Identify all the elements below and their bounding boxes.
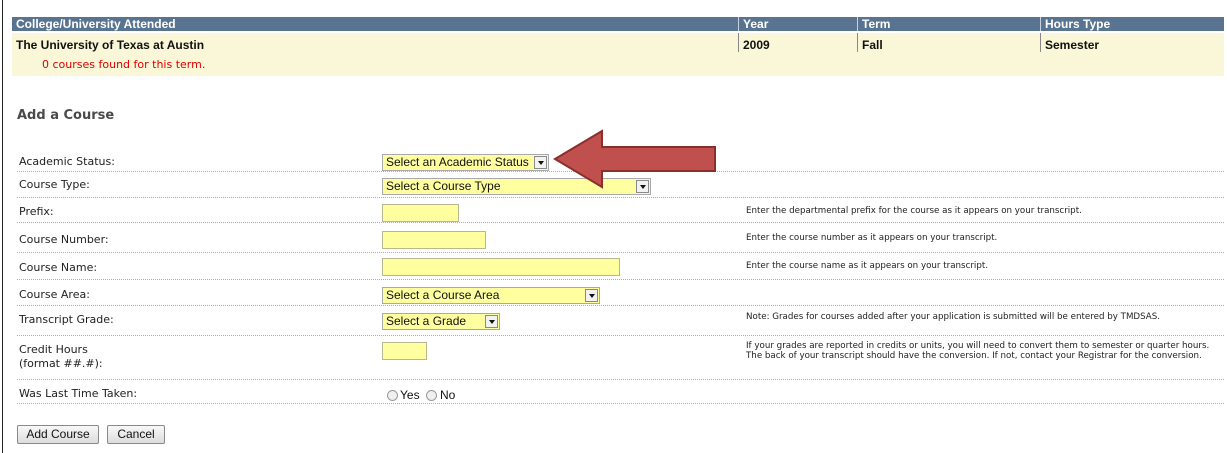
radio-no-label[interactable]: No — [440, 388, 455, 402]
record-hours-type: Semester — [1045, 38, 1100, 52]
prefix-input[interactable] — [382, 204, 459, 222]
academic-status-value: Select an Academic Status — [386, 155, 529, 169]
row-transcript-grade: Transcript Grade: Note: Grades for cours… — [17, 308, 1224, 336]
chevron-down-icon[interactable] — [485, 315, 498, 328]
course-name-label: Course Name: — [19, 261, 98, 274]
cell-divider — [1040, 33, 1041, 52]
course-type-label: Course Type: — [19, 178, 90, 191]
chevron-down-icon[interactable] — [636, 180, 649, 193]
course-name-help: Enter the course name as it appears on y… — [746, 261, 989, 271]
add-course-button[interactable]: Add Course — [17, 425, 99, 444]
radio-no[interactable] — [426, 390, 437, 401]
row-course-area: Course Area: — [17, 282, 1224, 306]
credit-hours-format: (format ##.#): — [19, 357, 103, 370]
college-table-header: College/University Attended Year Term Ho… — [12, 17, 1224, 31]
record-year: 2009 — [743, 38, 770, 52]
header-year: Year — [743, 17, 769, 31]
course-area-select[interactable]: Select a Course Area — [382, 287, 600, 304]
cell-divider — [857, 33, 858, 52]
row-academic-status: Academic Status: — [17, 150, 1224, 172]
record-term: Fall — [862, 38, 883, 52]
row-credit-hours: Credit Hours (format ##.#): If your grad… — [17, 337, 1224, 380]
row-prefix: Prefix: Enter the departmental prefix fo… — [17, 199, 1224, 223]
radio-yes-label[interactable]: Yes — [400, 388, 420, 402]
course-type-value: Select a Course Type — [386, 179, 501, 193]
header-college: College/University Attended — [16, 17, 176, 31]
last-time-taken-label: Was Last Time Taken: — [19, 387, 138, 400]
header-term: Term — [862, 17, 891, 31]
course-number-label: Course Number: — [19, 233, 109, 246]
course-type-select[interactable]: Select a Course Type — [382, 178, 651, 195]
courses-found-message: 0 courses found for this term. — [42, 58, 206, 71]
credit-hours-label: Credit Hours — [19, 343, 88, 356]
radio-yes[interactable] — [387, 390, 398, 401]
course-number-help: Enter the course number as it appears on… — [746, 233, 998, 243]
college-name: The University of Texas at Austin — [16, 38, 205, 52]
transcript-grade-value: Select a Grade — [386, 314, 467, 328]
chevron-down-icon[interactable] — [534, 156, 547, 169]
course-area-label: Course Area: — [19, 288, 90, 301]
cancel-button[interactable]: Cancel — [107, 425, 165, 444]
cell-divider — [738, 33, 739, 52]
academic-status-select[interactable]: Select an Academic Status — [382, 154, 549, 171]
course-name-input[interactable] — [382, 258, 620, 276]
transcript-grade-help: Note: Grades for courses added after you… — [746, 312, 1161, 322]
college-record-row: The University of Texas at Austin 2009 F… — [12, 33, 1224, 76]
row-last-time-taken: Was Last Time Taken: — [17, 381, 1224, 404]
course-area-value: Select a Course Area — [386, 288, 500, 302]
transcript-grade-select[interactable]: Select a Grade — [382, 313, 500, 330]
academic-status-label: Academic Status: — [19, 155, 115, 168]
prefix-label: Prefix: — [19, 205, 54, 218]
page-left-border — [2, 0, 3, 453]
row-course-number: Course Number: Enter the course number a… — [17, 225, 1224, 253]
header-hours-type: Hours Type — [1045, 17, 1111, 31]
credit-hours-input[interactable] — [382, 342, 427, 360]
transcript-grade-label: Transcript Grade: — [19, 313, 114, 326]
credit-hours-help: If your grades are reported in credits o… — [746, 341, 1210, 361]
section-title: Add a Course — [17, 108, 115, 123]
row-course-name: Course Name: Enter the course name as it… — [17, 254, 1224, 280]
course-number-input[interactable] — [382, 231, 486, 249]
chevron-down-icon[interactable] — [585, 289, 598, 302]
prefix-help: Enter the departmental prefix for the co… — [746, 206, 1082, 216]
